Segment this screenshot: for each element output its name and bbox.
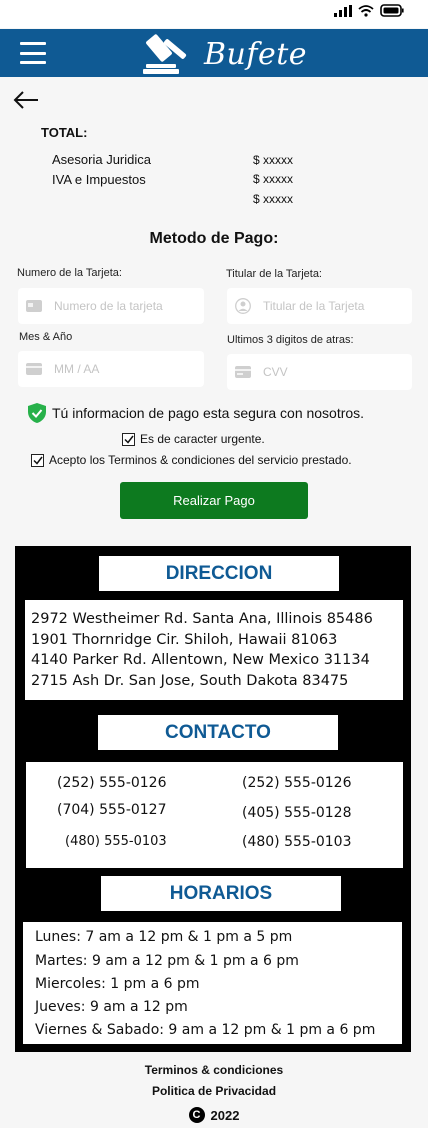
brand-logo[interactable]: Bufete xyxy=(142,31,307,77)
card-holder-field[interactable] xyxy=(227,288,412,324)
hours-line: Miercoles: 1 pm a 6 pm xyxy=(35,976,200,992)
card-icon xyxy=(26,300,42,312)
cvv-field[interactable] xyxy=(227,354,412,390)
cvv-input[interactable] xyxy=(263,365,393,379)
copyright-year: 2022 xyxy=(210,1107,240,1123)
horarios-box: Lunes: 7 am a 12 pm & 1 pm a 5 pm Martes… xyxy=(23,922,402,1044)
contacto-title: CONTACTO xyxy=(98,715,338,750)
contacto-box: (252) 555-0126 (252) 555-0126 (704) 555-… xyxy=(26,762,403,868)
payment-title: Metodo de Pago: xyxy=(149,230,279,247)
user-icon xyxy=(235,298,251,314)
copyright-icon: C xyxy=(188,1107,205,1123)
signal-icon xyxy=(334,4,352,17)
calendar-card-icon xyxy=(26,363,42,375)
terms-checkbox[interactable] xyxy=(31,453,44,467)
summary-item-value: $ xxxxx xyxy=(253,172,294,186)
expiry-label: Mes & Año xyxy=(19,331,73,343)
summary-item-label: Asesoria Juridica xyxy=(52,152,151,167)
expiry-input[interactable] xyxy=(54,362,184,376)
menu-icon[interactable] xyxy=(20,42,46,64)
horarios-title: HORARIOS xyxy=(101,876,341,911)
copyright: C 2022 xyxy=(0,1107,428,1123)
status-icons xyxy=(334,4,404,17)
checkbox-checked-icon xyxy=(123,435,134,444)
privacy-link[interactable]: Politica de Privacidad xyxy=(0,1084,428,1098)
status-bar xyxy=(0,0,428,28)
phone-number[interactable]: (480) 555-0103 xyxy=(242,834,352,850)
wifi-icon xyxy=(358,4,374,17)
terms-option[interactable]: Acepto los Terminos & condiciones del se… xyxy=(31,453,352,467)
terms-link[interactable]: Terminos & condiciones xyxy=(0,1063,428,1077)
card-holder-label: Titular de la Tarjeta: xyxy=(226,268,322,280)
cvv-card-icon xyxy=(235,366,251,378)
hours-line: Viernes & Sabado: 9 am a 12 pm & 1 pm a … xyxy=(35,1022,376,1038)
phone-number[interactable]: (480) 555-0103 xyxy=(65,834,167,849)
direccion-box: 2972 Westheimer Rd. Santa Ana, Illinois … xyxy=(25,600,403,700)
card-holder-input[interactable] xyxy=(263,299,393,313)
secure-notice: Tú informacion de pago esta segura con n… xyxy=(28,403,364,423)
address-line: 1901 Thornridge Cir. Shiloh, Hawaii 8106… xyxy=(31,631,338,648)
checkbox-checked-icon xyxy=(32,456,43,465)
cvv-label: Ultimos 3 digitos de atras: xyxy=(227,334,354,346)
terms-label: Acepto los Terminos & condiciones del se… xyxy=(49,453,352,467)
urgent-checkbox[interactable] xyxy=(122,432,135,446)
summary-item-label: IVA e Impuestos xyxy=(52,172,146,187)
hours-line: Martes: 9 am a 12 pm & 1 pm a 6 pm xyxy=(35,953,299,969)
expiry-field[interactable] xyxy=(18,351,204,387)
summary-item-value: $ xxxxx xyxy=(253,153,294,167)
pay-button[interactable]: Realizar Pago xyxy=(120,482,308,519)
secure-message: Tú informacion de pago esta segura con n… xyxy=(52,405,365,421)
urgent-label: Es de caracter urgente. xyxy=(140,432,265,446)
shield-check-icon xyxy=(28,403,46,423)
battery-icon xyxy=(380,4,404,17)
info-panel: DIRECCION 2972 Westheimer Rd. Santa Ana,… xyxy=(15,546,411,1052)
app-header: Bufete xyxy=(0,29,428,77)
card-number-field[interactable] xyxy=(18,288,204,324)
card-number-label: Numero de la Tarjeta: xyxy=(17,267,122,279)
urgent-option[interactable]: Es de caracter urgente. xyxy=(122,432,265,446)
address-line: 2715 Ash Dr. San Jose, South Dakota 8347… xyxy=(31,672,349,689)
direccion-title: DIRECCION xyxy=(99,556,339,591)
hours-line: Jueves: 9 am a 12 pm xyxy=(35,999,188,1015)
back-arrow-icon[interactable] xyxy=(12,90,40,110)
phone-number[interactable]: (252) 555-0126 xyxy=(242,775,352,791)
address-line: 4140 Parker Rd. Allentown, New Mexico 31… xyxy=(31,652,370,668)
phone-number[interactable]: (405) 555-0128 xyxy=(242,805,352,821)
address-line: 2972 Westheimer Rd. Santa Ana, Illinois … xyxy=(31,611,373,627)
phone-number[interactable]: (252) 555-0126 xyxy=(57,775,167,791)
hours-line: Lunes: 7 am a 12 pm & 1 pm a 5 pm xyxy=(35,929,293,945)
gavel-icon xyxy=(143,34,187,74)
brand-name: Bufete xyxy=(204,36,308,72)
phone-number[interactable]: (704) 555-0127 xyxy=(57,802,167,818)
summary-total-value: $ xxxxx xyxy=(253,192,294,206)
card-number-input[interactable] xyxy=(54,299,184,313)
total-label: TOTAL: xyxy=(41,125,88,140)
